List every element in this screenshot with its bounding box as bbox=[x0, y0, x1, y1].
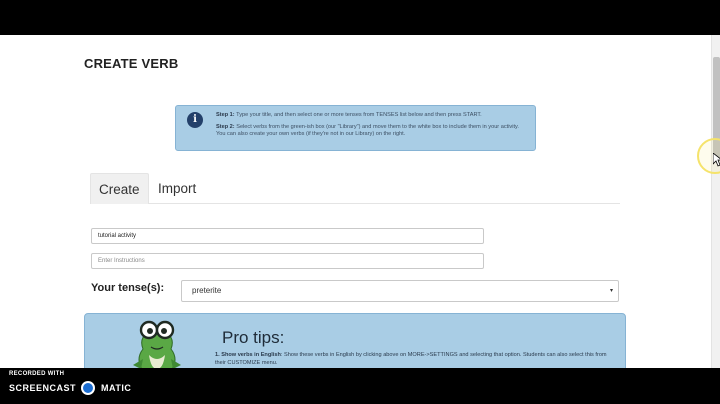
tense-select[interactable]: preterite ▾ bbox=[181, 280, 619, 302]
step-1-text: Step 1: Type your title, and then select… bbox=[216, 112, 528, 119]
instructions-input[interactable]: Enter Instructions bbox=[91, 253, 484, 269]
step-2-label: Step 2: bbox=[216, 124, 235, 130]
browser-viewport: CREATE VERB i Step 1: Type your title, a… bbox=[0, 35, 720, 368]
recorded-with-label: RECORDED WITH bbox=[9, 371, 65, 377]
vertical-scrollbar[interactable] bbox=[711, 35, 720, 368]
tense-label: Your tense(s): bbox=[91, 282, 165, 294]
tab-import[interactable]: Import bbox=[150, 173, 204, 204]
screencast-label: SCREENCAST bbox=[9, 383, 77, 393]
frog-mascot-icon bbox=[133, 320, 181, 368]
title-input[interactable]: tutorial activity bbox=[91, 228, 484, 244]
chevron-down-icon: ▾ bbox=[609, 288, 613, 294]
matic-label: MATIC bbox=[101, 383, 132, 393]
tab-bar: Create Import bbox=[90, 173, 620, 204]
screencast-watermark: RECORDED WITH SCREENCAST MATIC bbox=[9, 369, 139, 401]
pro-tip-1-label: 1. Show verbs in English bbox=[215, 352, 281, 358]
mouse-pointer-icon bbox=[713, 153, 720, 167]
info-box: i Step 1: Type your title, and then sele… bbox=[175, 105, 536, 151]
pro-tips-panel: Pro tips: 1. Show verbs in English: Show… bbox=[84, 313, 626, 368]
step-1-label: Step 1: bbox=[216, 112, 235, 118]
step-1-body: Type your title, and then select one or … bbox=[234, 112, 482, 118]
pro-tip-1: 1. Show verbs in English: Show these ver… bbox=[215, 351, 617, 367]
pro-tips-title: Pro tips: bbox=[222, 328, 285, 347]
record-dot-icon bbox=[81, 381, 95, 395]
info-icon: i bbox=[187, 112, 203, 128]
tab-create[interactable]: Create bbox=[90, 173, 149, 204]
tense-select-value: preterite bbox=[192, 286, 222, 295]
step-2-text: Step 2: Select verbs from the green-ish … bbox=[216, 124, 528, 138]
step-2-body: Select verbs from the green-ish box (our… bbox=[216, 124, 519, 137]
page-title: CREATE VERB bbox=[84, 56, 179, 71]
